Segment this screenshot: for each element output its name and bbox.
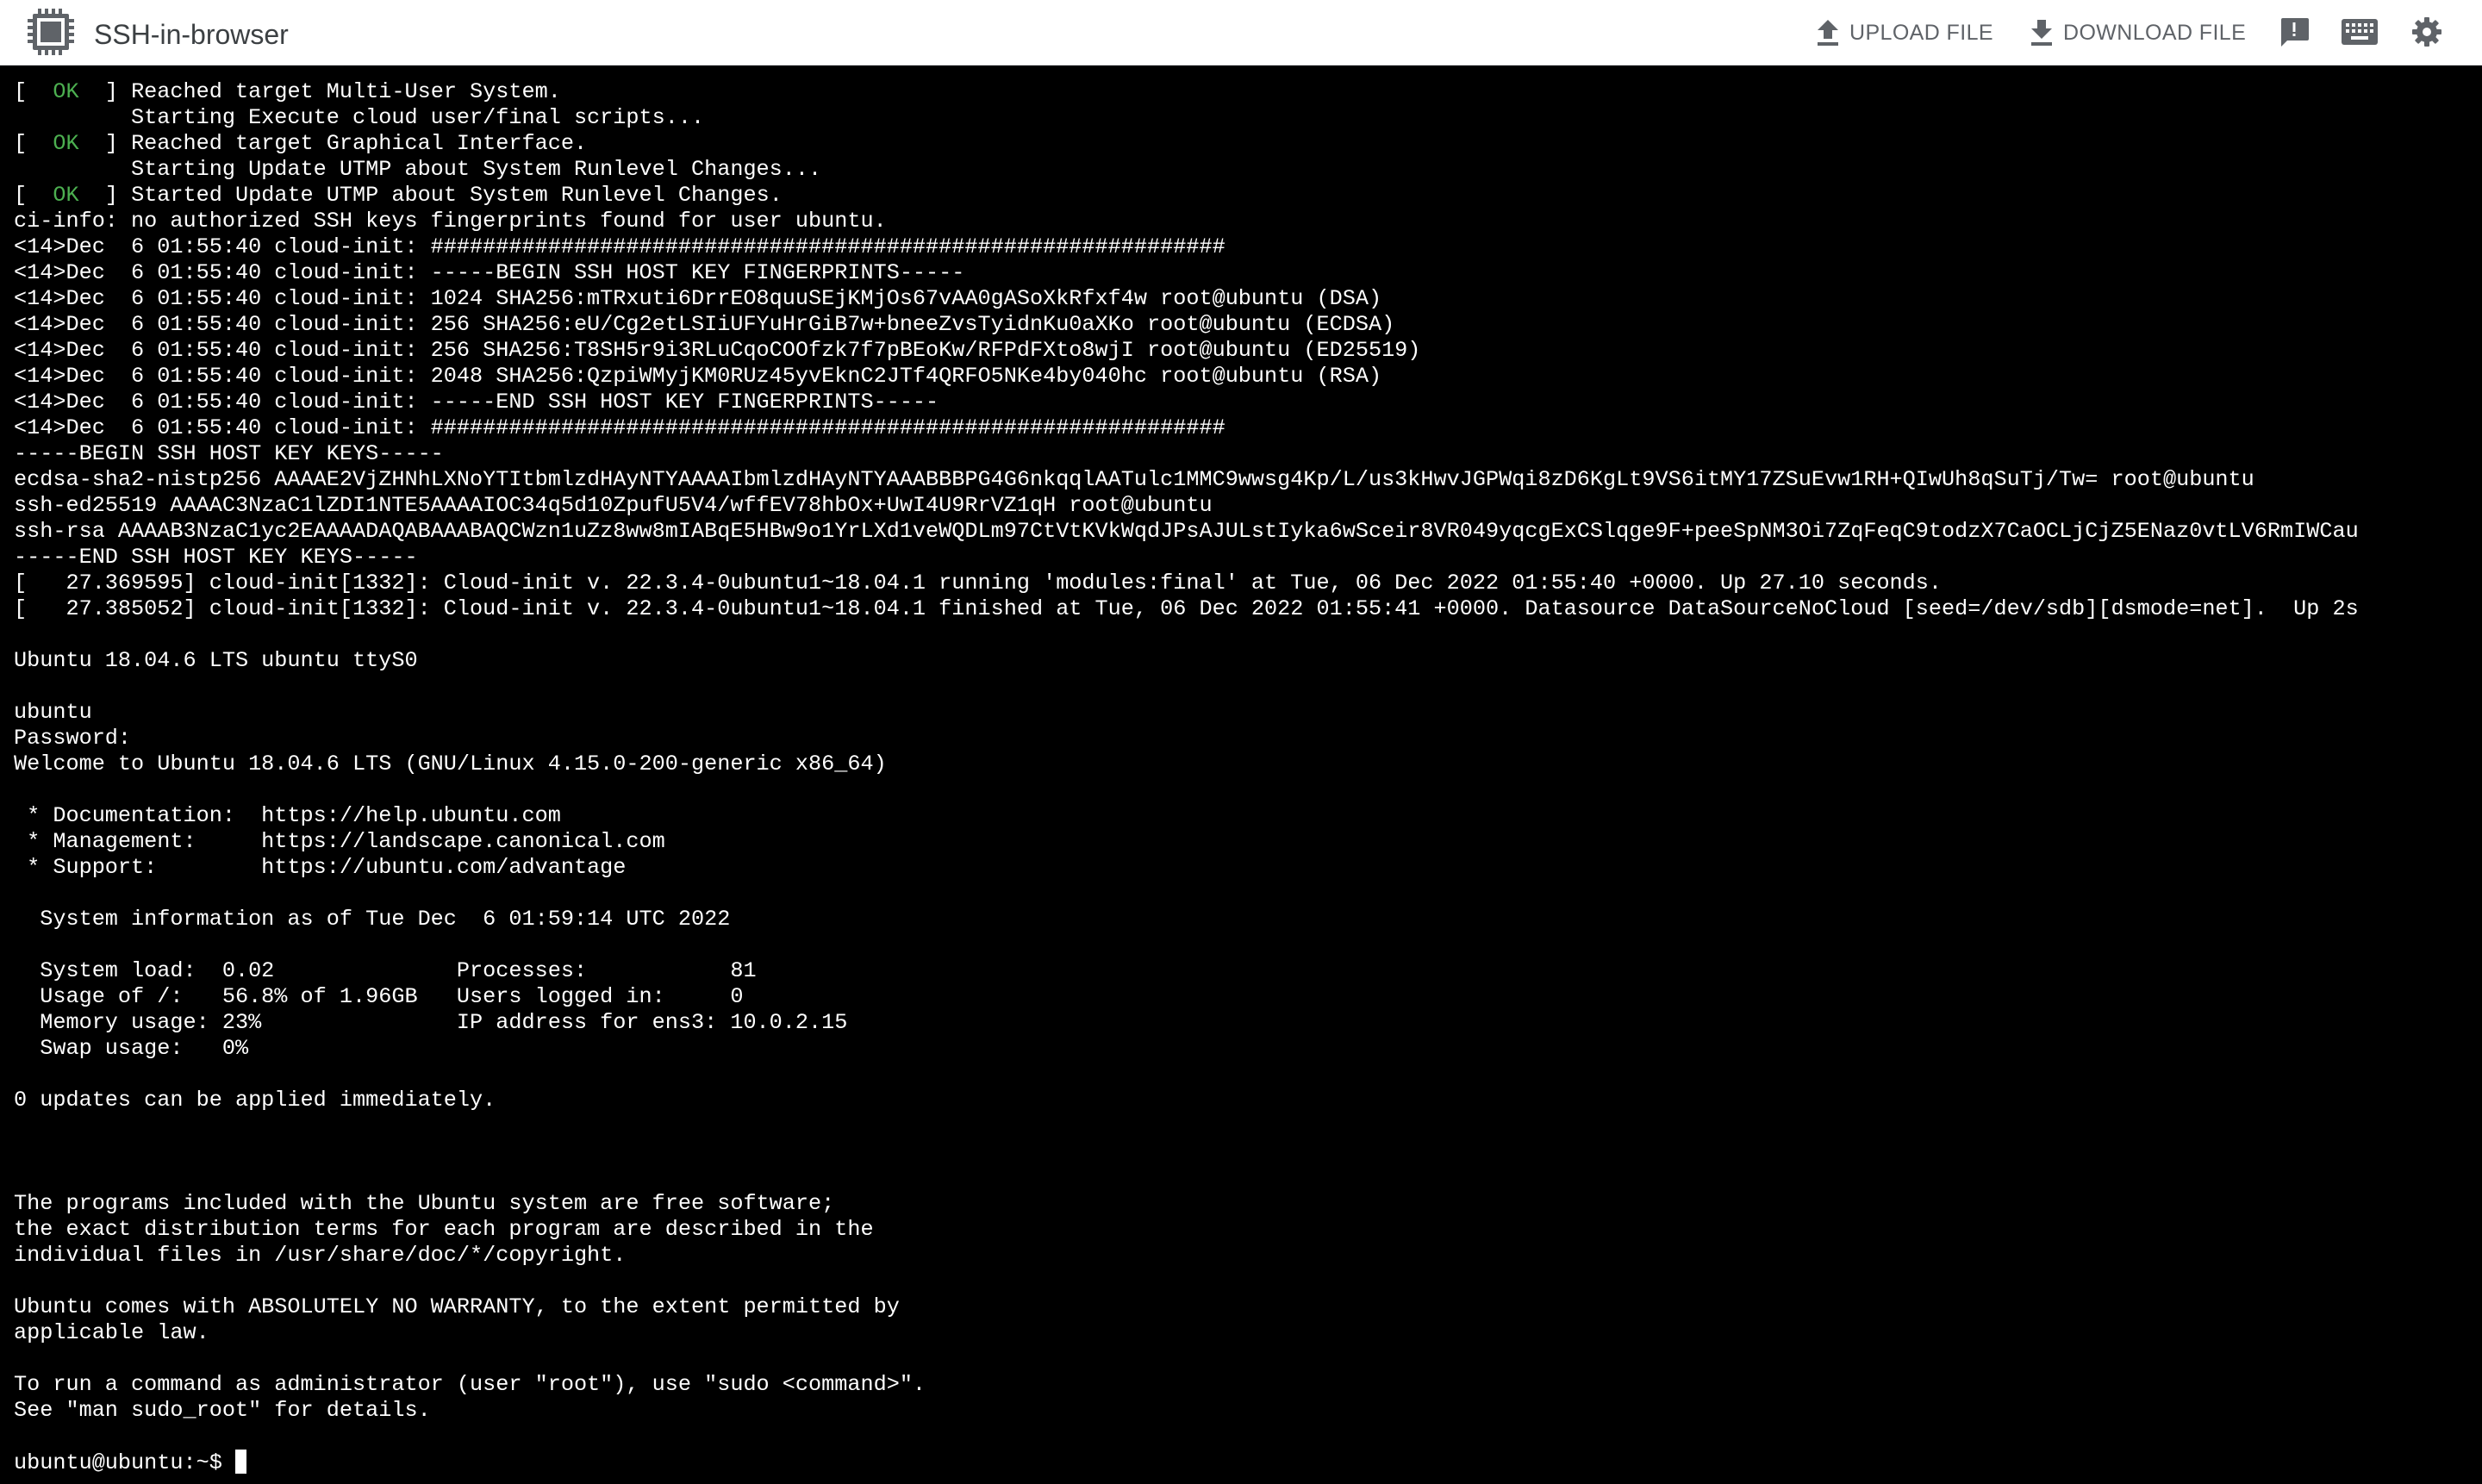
terminal-line: [ OK ] Started Update UTMP about System … [14,183,783,208]
keyboard-icon [2342,18,2378,49]
settings-button[interactable] [2408,15,2446,53]
terminal-line: Ubuntu comes with ABSOLUTELY NO WARRANTY… [14,1294,900,1319]
terminal-line-text: Reached target Graphical Interface. [131,131,588,156]
terminal-line: * Documentation: https://help.ubuntu.com [14,803,561,828]
upload-file-button[interactable]: UPLOAD FILE [1817,15,1993,51]
terminal-line: The programs included with the Ubuntu sy… [14,1191,835,1216]
terminal-line: System information as of Tue Dec 6 01:59… [14,907,731,932]
upload-icon [1817,20,1839,46]
terminal-line: <14>Dec 6 01:55:40 cloud-init: 256 SHA25… [14,338,1421,363]
chip-icon [26,7,76,57]
text-cursor [234,1450,246,1474]
terminal-line: <14>Dec 6 01:55:40 cloud-init: 2048 SHA2… [14,364,1382,389]
terminal-line: 0 updates can be applied immediately. [14,1088,496,1113]
terminal-line-text: Started Update UTMP about System Runleve… [131,183,783,208]
terminal-line: See "man sudo_root" for details. [14,1398,431,1423]
gear-icon [2411,16,2442,52]
terminal-line: [ OK ] Reached target Multi-User System. [14,79,561,104]
terminal-line: Password: [14,726,132,751]
upload-file-label: UPLOAD FILE [1849,20,1993,45]
terminal-line: the exact distribution terms for each pr… [14,1217,874,1242]
terminal-line: [ 27.385052] cloud-init[1332]: Cloud-ini… [14,596,2359,621]
terminal-line: Swap usage: 0% [14,1036,249,1061]
terminal-line: Welcome to Ubuntu 18.04.6 LTS (GNU/Linux… [14,751,887,776]
terminal-line: <14>Dec 6 01:55:40 cloud-init: 256 SHA25… [14,312,1395,337]
keyboard-button[interactable] [2341,15,2379,53]
download-file-label: DOWNLOAD FILE [2063,20,2247,45]
ok-status: OK [53,79,79,104]
terminal-line: <14>Dec 6 01:55:40 cloud-init: 1024 SHA2… [14,286,1382,311]
terminal-line: -----END SSH HOST KEY KEYS----- [14,545,418,570]
terminal-line: applicable law. [14,1320,209,1345]
terminal-line: [ 27.369595] cloud-init[1332]: Cloud-ini… [14,571,1943,595]
terminal-line: * Support: https://ubuntu.com/advantage [14,855,627,880]
terminal-line: ubuntu [14,700,92,725]
terminal-line: Starting Execute cloud user/final script… [14,105,705,130]
terminal-line: System load: 0.02 Processes: 81 [14,958,757,983]
terminal-line: To run a command as administrator (user … [14,1372,926,1397]
download-icon [2030,20,2053,46]
terminal-output: [ OK ] Reached target Multi-User System.… [14,79,2359,1475]
ok-status: OK [53,131,79,156]
feedback-icon [2279,16,2310,52]
terminal-line: individual files in /usr/share/doc/*/cop… [14,1243,627,1268]
terminal-line: ci-info: no authorized SSH keys fingerpr… [14,209,887,234]
feedback-button[interactable] [2275,15,2313,53]
terminal-line: <14>Dec 6 01:55:40 cloud-init: -----BEGI… [14,260,965,285]
download-file-button[interactable]: DOWNLOAD FILE [2030,15,2246,51]
terminal-line: ecdsa-sha2-nistp256 AAAAE2VjZHNhLXNoYTIt… [14,467,2254,492]
terminal-line: Usage of /: 56.8% of 1.96GB Users logged… [14,984,744,1009]
ok-status: OK [53,183,79,208]
terminal[interactable]: [ OK ] Reached target Multi-User System.… [0,65,2482,1484]
terminal-line: ssh-rsa AAAAB3NzaC1yc2EAAAADAQABAAABAQCW… [14,519,2359,544]
terminal-line: * Management: https://landscape.canonica… [14,829,665,854]
terminal-line: Starting Update UTMP about System Runlev… [14,157,822,182]
app-title: SSH-in-browser [94,19,289,50]
terminal-line: <14>Dec 6 01:55:40 cloud-init: -----END … [14,390,939,415]
terminal-line: <14>Dec 6 01:55:40 cloud-init: #########… [14,415,1225,440]
shell-prompt: ubuntu@ubuntu:~$ [14,1450,235,1475]
prompt-line[interactable]: ubuntu@ubuntu:~$ [14,1450,2359,1475]
terminal-line: Ubuntu 18.04.6 LTS ubuntu ttyS0 [14,648,418,673]
terminal-line: Memory usage: 23% IP address for ens3: 1… [14,1010,848,1035]
terminal-line: ssh-ed25519 AAAAC3NzaC1lZDI1NTE5AAAAIOC3… [14,493,1213,518]
terminal-line-text: Reached target Multi-User System. [131,79,561,104]
terminal-line: <14>Dec 6 01:55:40 cloud-init: #########… [14,234,1225,259]
top-toolbar: SSH-in-browser UPLOAD FILE DOWNLOAD FILE [0,0,2482,65]
terminal-line: [ OK ] Reached target Graphical Interfac… [14,131,588,156]
terminal-line: -----BEGIN SSH HOST KEY KEYS----- [14,441,444,466]
